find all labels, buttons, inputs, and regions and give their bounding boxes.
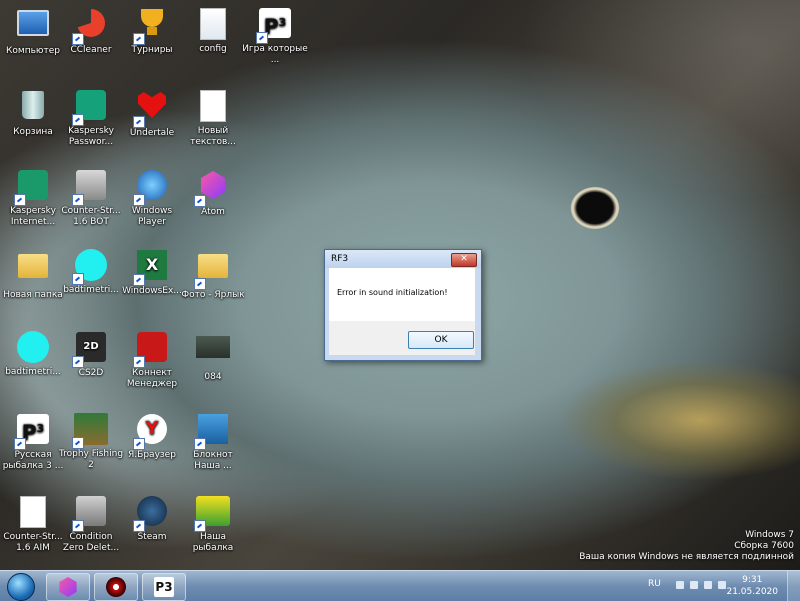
- desktop-icon-windows-ex[interactable]: X WindowsEx...: [119, 248, 185, 297]
- p3-game-icon: P3: [256, 8, 292, 44]
- config-file-icon: [196, 8, 230, 42]
- undertale-heart-icon: [133, 92, 169, 128]
- close-button[interactable]: ✕: [451, 253, 477, 267]
- desktop-icon-badtime-2[interactable]: badtimetri...: [58, 248, 124, 296]
- action-center-icon[interactable]: [690, 581, 698, 589]
- show-hidden-icons-icon[interactable]: [676, 581, 684, 589]
- trophy-fishing-icon: [72, 413, 108, 449]
- desktop-icon-new-folder[interactable]: Новая папка: [0, 248, 66, 301]
- desktop-icon-badtime-1[interactable]: badtimetri...: [0, 330, 66, 378]
- p3-game-icon: P3: [14, 414, 50, 450]
- clock-time: 9:31: [742, 575, 763, 585]
- ok-button[interactable]: OK: [408, 331, 474, 349]
- desktop-icon-cs-aim[interactable]: Counter-Str... 1.6 AIM: [0, 494, 66, 554]
- volume-icon[interactable]: [718, 581, 726, 589]
- counter-strike-icon: [72, 170, 108, 206]
- cs2d-icon: 2D: [72, 332, 108, 368]
- desktop-icon-recycle-bin[interactable]: Корзина: [0, 88, 66, 138]
- desktop-icon-kaspersky-password[interactable]: Kaspersky Passwor...: [58, 88, 124, 148]
- watermark-line3: Ваша копия Windows не является подлинной: [579, 552, 794, 562]
- dialog-body: Error in sound initialization!: [329, 268, 475, 321]
- cyan-circle-icon: [72, 249, 108, 285]
- text-document-icon: [196, 90, 230, 124]
- desktop-icon-new-text[interactable]: Новый текстов...: [180, 88, 246, 148]
- desktop-icon-windows-player[interactable]: Windows Player: [119, 168, 185, 228]
- desktop-icon-ccleaner[interactable]: CCleaner: [58, 6, 124, 56]
- yandex-browser-icon: Y: [133, 414, 169, 450]
- media-player-icon: [106, 577, 126, 597]
- desktop-icon-steam[interactable]: Steam: [119, 494, 185, 543]
- blank-file-icon: [16, 496, 50, 530]
- desktop-icon-computer[interactable]: Компьютер: [0, 6, 66, 57]
- clock-date: 21.05.2020: [726, 587, 778, 597]
- desktop-icon-game-p3[interactable]: P3 Игра которые ...: [242, 6, 308, 66]
- taskbar-rf3-button[interactable]: P3: [142, 573, 186, 601]
- taskbar: P3 RU 9:31 21.05.2020: [0, 570, 800, 601]
- desktop: Компьютер Корзина Kaspersky Internet... …: [0, 0, 800, 570]
- atom-icon: [59, 577, 77, 597]
- taskbar-media-player-button[interactable]: [94, 573, 138, 601]
- desktop-icon-photo[interactable]: Фото - Ярлык: [180, 248, 246, 301]
- desktop-icon-084[interactable]: 084: [180, 330, 246, 383]
- system-tray: RU 9:31 21.05.2020: [640, 571, 800, 601]
- condition-zero-icon: [72, 496, 108, 532]
- desktop-icon-kaspersky-internet[interactable]: Kaspersky Internet...: [0, 168, 66, 228]
- windows-orb-icon: [7, 573, 35, 601]
- photo-folder-icon: [194, 254, 230, 290]
- computer-icon: [16, 10, 50, 44]
- windows-watermark: Windows 7 Сборка 7600 Ваша копия Windows…: [579, 530, 794, 563]
- recycle-bin-icon: [16, 91, 50, 125]
- desktop-icon-config[interactable]: config: [180, 6, 246, 55]
- trophy-icon: [133, 9, 169, 45]
- connect-manager-icon: [133, 332, 169, 368]
- watermark-line1: Windows 7: [745, 530, 794, 540]
- fish-photo-icon: [196, 336, 230, 370]
- atom-icon: [194, 171, 230, 207]
- dialog-message: Error in sound initialization!: [337, 288, 448, 297]
- desktop-icon-undertale[interactable]: Undertale: [119, 88, 185, 139]
- taskbar-atom-button[interactable]: [46, 573, 90, 601]
- desktop-icon-cs-bot[interactable]: Counter-Str... 1.6 BOT: [58, 168, 124, 228]
- p3-game-icon: P3: [154, 577, 174, 597]
- kaspersky-internet-icon: [14, 170, 50, 206]
- desktop-icon-russian-fishing[interactable]: P3 Русская рыбалка 3 ...: [0, 412, 66, 472]
- steam-icon: [133, 496, 169, 532]
- cyan-circle-icon: [16, 331, 50, 365]
- windows-player-icon: [133, 170, 169, 206]
- folder-icon: [16, 254, 50, 288]
- desktop-icon-notepad[interactable]: Блокнот Наша ...: [180, 412, 246, 472]
- language-indicator[interactable]: RU: [648, 579, 661, 589]
- error-dialog: RF3 ✕ Error in sound initialization! OK: [324, 249, 482, 361]
- excel-icon: X: [133, 250, 169, 286]
- desktop-icon-connect-manager[interactable]: Коннект Менеджер: [119, 330, 185, 390]
- kaspersky-password-icon: [72, 90, 108, 126]
- notepad-icon: [194, 414, 230, 450]
- ccleaner-icon: [72, 9, 108, 45]
- start-button[interactable]: [2, 571, 38, 601]
- desktop-icon-yandex-browser[interactable]: Y Я.Браузер: [119, 412, 185, 461]
- desktop-icon-condition-zero[interactable]: Condition Zero Delet...: [58, 494, 124, 554]
- desktop-icon-tournaments[interactable]: Турниры: [119, 6, 185, 56]
- watermark-line2: Сборка 7600: [734, 541, 794, 551]
- nasha-rybalka-icon: [194, 496, 230, 532]
- desktop-icon-nasha-rybalka[interactable]: Наша рыбалка: [180, 494, 246, 554]
- desktop-icon-atom[interactable]: Atom: [180, 168, 246, 218]
- network-icon[interactable]: [704, 581, 712, 589]
- dialog-footer: OK: [329, 321, 475, 355]
- desktop-icon-trophy-fishing[interactable]: Trophy Fishing 2: [58, 412, 124, 471]
- close-icon: ✕: [460, 254, 468, 264]
- desktop-icon-cs2d[interactable]: 2D CS2D: [58, 330, 124, 379]
- clock[interactable]: 9:31 21.05.2020: [726, 574, 778, 598]
- show-desktop-button[interactable]: [787, 571, 800, 601]
